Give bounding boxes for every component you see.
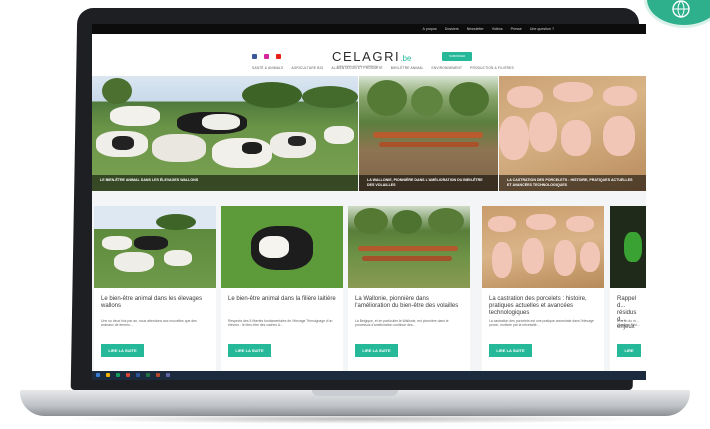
instagram-icon[interactable]	[264, 54, 269, 59]
logo-suffix: .be	[400, 54, 412, 63]
card-title-4[interactable]: La castration des porcelets : histoire, …	[489, 296, 598, 317]
nav-item-environnement[interactable]: ENVIRONNEMENT	[432, 66, 463, 70]
hero-slide-poultry[interactable]: LA WALLONIE, PIONNIÈRE DANS L'AMÉLIORATI…	[359, 76, 498, 191]
card-title-2[interactable]: Le bien-être animal dans la filière lait…	[228, 296, 337, 303]
laptop-notch	[312, 390, 398, 396]
top-link-question[interactable]: Une question ?	[530, 26, 554, 32]
os-taskbar	[92, 371, 646, 380]
nav-item-production[interactable]: PRODUCTION & FILIÈRES	[470, 66, 514, 70]
excel-icon[interactable]	[146, 373, 150, 377]
hero-slide-cows[interactable]: LE BIEN-ÊTRE ANIMAL DANS LES ÉLEVAGES WA…	[92, 76, 358, 191]
browser-screen: A propos Dossiers Newsletter Vidéos Pres…	[92, 24, 646, 380]
article-card-3[interactable]: La Wallonie, pionnière dans l'améliorati…	[348, 206, 470, 372]
article-card-1[interactable]: Le bien-être animal dans les élevages wa…	[94, 206, 216, 372]
read-more-button-5[interactable]: LIRE	[617, 344, 641, 357]
start-icon[interactable]	[96, 373, 100, 377]
top-link-press[interactable]: Presse	[511, 26, 522, 32]
logo-text: CELAGRI	[332, 49, 401, 64]
powerpoint-icon[interactable]	[156, 373, 160, 377]
hero-caption-2: LA WALLONIE, PIONNIÈRE DANS L'AMÉLIORATI…	[359, 175, 498, 191]
card-excerpt-3: La Belgique, et en particulier la Wallon…	[355, 319, 449, 328]
card-image-1	[94, 206, 216, 288]
nav-item-alimentation[interactable]: ALIMENTATION ET PROXIMITÉ	[331, 66, 382, 70]
hero-caption-3: LA CASTRATION DES PORCELETS : HISTOIRE, …	[499, 175, 646, 191]
hero-slide-piglets[interactable]: LA CASTRATION DES PORCELETS : HISTOIRE, …	[499, 76, 646, 191]
corner-badge	[644, 0, 710, 28]
read-more-button-2[interactable]: LIRE LA SUITE	[228, 344, 271, 357]
file-explorer-icon[interactable]	[106, 373, 110, 377]
top-bar: A propos Dossiers Newsletter Vidéos Pres…	[92, 24, 646, 34]
card-excerpt-2: Respects des 5 libertés fondamentales de…	[228, 319, 333, 328]
card-image-4	[482, 206, 604, 288]
site-header: CELAGRI.be l'information agricole en Wal…	[92, 34, 646, 80]
card-image-5	[610, 206, 646, 288]
read-more-button-4[interactable]: LIRE LA SUITE	[489, 344, 532, 357]
social-links	[252, 54, 281, 59]
nav-item-sante[interactable]: SANTÉ & ANIMALS	[252, 66, 283, 70]
article-card-5[interactable]: Rappel d... résidus d... enjeux À la fin…	[610, 206, 646, 372]
globe-icon	[672, 0, 690, 18]
card-image-2	[221, 206, 343, 288]
read-more-button-3[interactable]: LIRE LA SUITE	[355, 344, 398, 357]
card-excerpt-4: La castration des porcelets est une prat…	[489, 319, 594, 328]
site-logo[interactable]: CELAGRI.be	[332, 49, 411, 64]
subscribe-button[interactable]: S'ABONNER	[442, 52, 472, 61]
top-link-newsletter[interactable]: Newsletter	[467, 26, 484, 32]
top-links: A propos Dossiers Newsletter Vidéos Pres…	[423, 26, 554, 32]
article-card-2[interactable]: Le bien-être animal dans la filière lait…	[221, 206, 343, 372]
card-excerpt-1: Une ou deux fois par an, nous attendons …	[101, 319, 197, 328]
teams-icon[interactable]	[166, 373, 170, 377]
browser-icon[interactable]	[116, 373, 120, 377]
nav-item-bio[interactable]: AGRICULTURE BIO	[291, 66, 323, 70]
top-link-about[interactable]: A propos	[423, 26, 437, 32]
hero-caption-1: LE BIEN-ÊTRE ANIMAL DANS LES ÉLEVAGES WA…	[92, 175, 358, 191]
top-link-dossiers[interactable]: Dossiers	[445, 26, 459, 32]
article-card-4[interactable]: La castration des porcelets : histoire, …	[482, 206, 604, 372]
facebook-icon[interactable]	[252, 54, 257, 59]
read-more-button-1[interactable]: LIRE LA SUITE	[101, 344, 144, 357]
main-nav: SANTÉ & ANIMALS AGRICULTURE BIO ALIMENTA…	[252, 66, 514, 70]
top-link-videos[interactable]: Vidéos	[492, 26, 503, 32]
nav-item-bien-etre[interactable]: BIEN-ÊTRE ANIMAL	[391, 66, 424, 70]
laptop-shadow	[60, 414, 650, 424]
card-image-3	[348, 206, 470, 288]
card-title-3[interactable]: La Wallonie, pionnière dans l'améliorati…	[355, 296, 464, 310]
word-icon[interactable]	[136, 373, 140, 377]
youtube-icon[interactable]	[276, 54, 281, 59]
mail-icon[interactable]	[126, 373, 130, 377]
card-excerpt-5: À la fin du m... l'Agence Féd...	[617, 319, 640, 328]
card-title-1[interactable]: Le bien-être animal dans les élevages wa…	[101, 296, 210, 310]
